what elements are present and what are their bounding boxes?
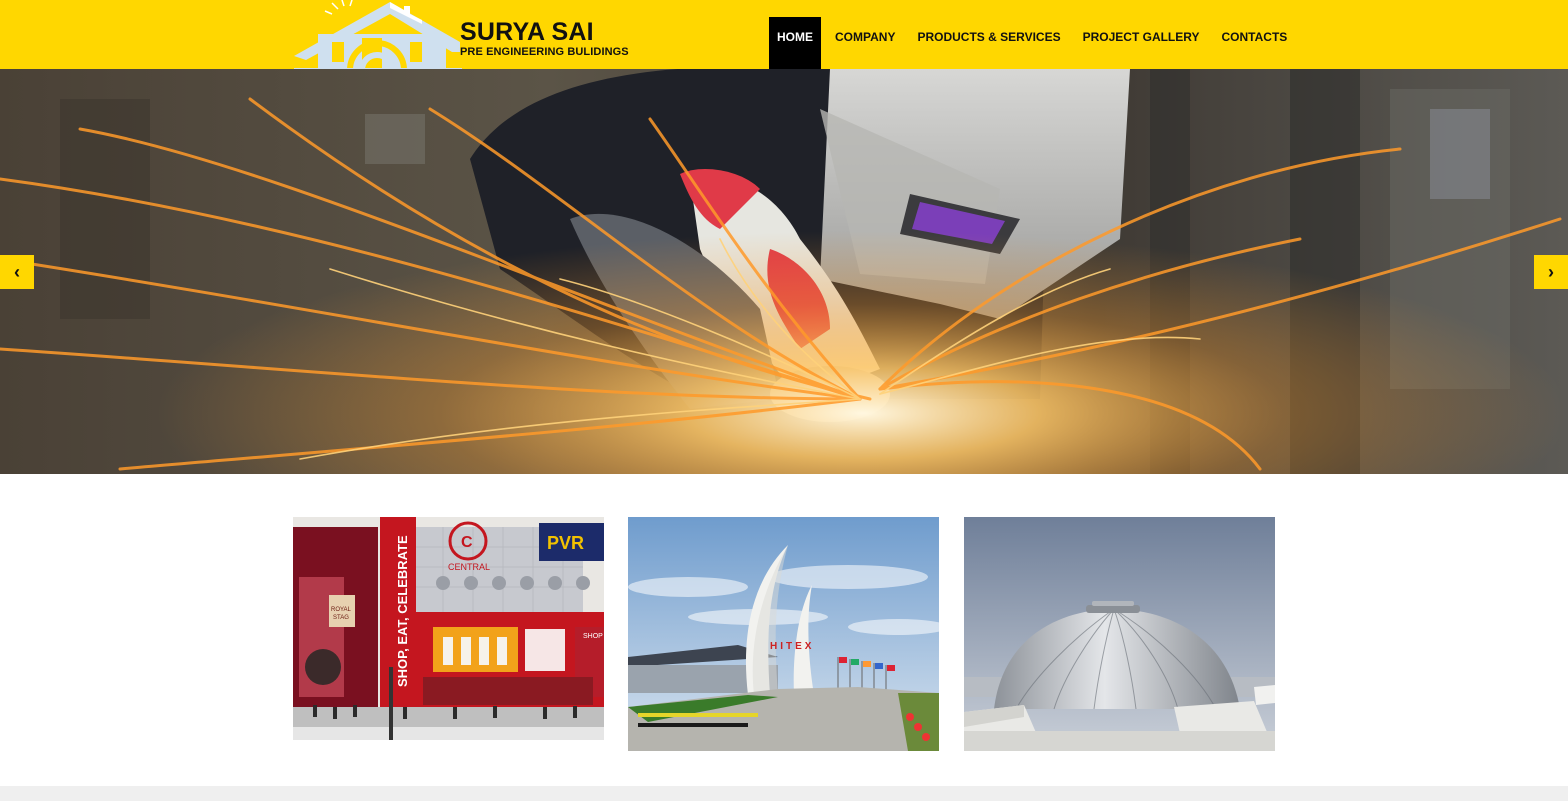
chevron-left-icon: ‹ bbox=[14, 261, 20, 282]
hero-slider: ‹ › bbox=[0, 69, 1568, 474]
royal-stag-sign: ROYAL bbox=[331, 607, 352, 613]
site-header: SURYA SAI PRE ENGINEERING BULIDINGS HOME… bbox=[0, 0, 1568, 72]
nav-company[interactable]: COMPANY bbox=[821, 17, 906, 69]
gallery-image-mall: SHOP, EAT, CELEBRATE ROYAL STAG C CENTRA… bbox=[293, 517, 604, 740]
central-logo-letter: C bbox=[461, 534, 473, 551]
royal-stag-sign-2: STAG bbox=[333, 615, 349, 621]
shop-sign: SHOP bbox=[583, 633, 603, 640]
gallery-item-hitex-arch[interactable]: HITEX bbox=[628, 517, 939, 751]
nav-products-services[interactable]: PRODUCTS & SERVICES bbox=[906, 17, 1071, 69]
slider-next-button[interactable]: › bbox=[1534, 255, 1568, 289]
nav-home[interactable]: HOME bbox=[769, 17, 821, 69]
logo-house-icon[interactable] bbox=[292, 0, 462, 72]
gallery-item-dome[interactable] bbox=[964, 517, 1275, 751]
nav-project-gallery[interactable]: PROJECT GALLERY bbox=[1072, 17, 1211, 69]
gallery-image-dome bbox=[964, 517, 1275, 751]
project-gallery-thumbnails: SHOP, EAT, CELEBRATE ROYAL STAG C CENTRA… bbox=[293, 517, 1275, 751]
footer-strip bbox=[0, 786, 1568, 801]
slider-prev-button[interactable]: ‹ bbox=[0, 255, 34, 289]
brand-tagline: PRE ENGINEERING BULIDINGS bbox=[460, 46, 629, 58]
main-nav: HOME COMPANY PRODUCTS & SERVICES PROJECT… bbox=[769, 17, 1298, 69]
central-sign: CENTRAL bbox=[448, 562, 490, 572]
hero-image-welder-grinding bbox=[0, 69, 1568, 474]
brand-name[interactable]: SURYA SAI bbox=[460, 18, 594, 46]
mall-banner-text: SHOP, EAT, CELEBRATE bbox=[395, 535, 410, 687]
nav-contacts[interactable]: CONTACTS bbox=[1211, 17, 1299, 69]
chevron-right-icon: › bbox=[1548, 261, 1554, 282]
hitex-sign: HITEX bbox=[770, 641, 814, 652]
pvr-sign: PVR bbox=[547, 533, 584, 553]
gallery-item-mall[interactable]: SHOP, EAT, CELEBRATE ROYAL STAG C CENTRA… bbox=[293, 517, 604, 740]
gallery-image-hitex-arch: HITEX bbox=[628, 517, 939, 751]
